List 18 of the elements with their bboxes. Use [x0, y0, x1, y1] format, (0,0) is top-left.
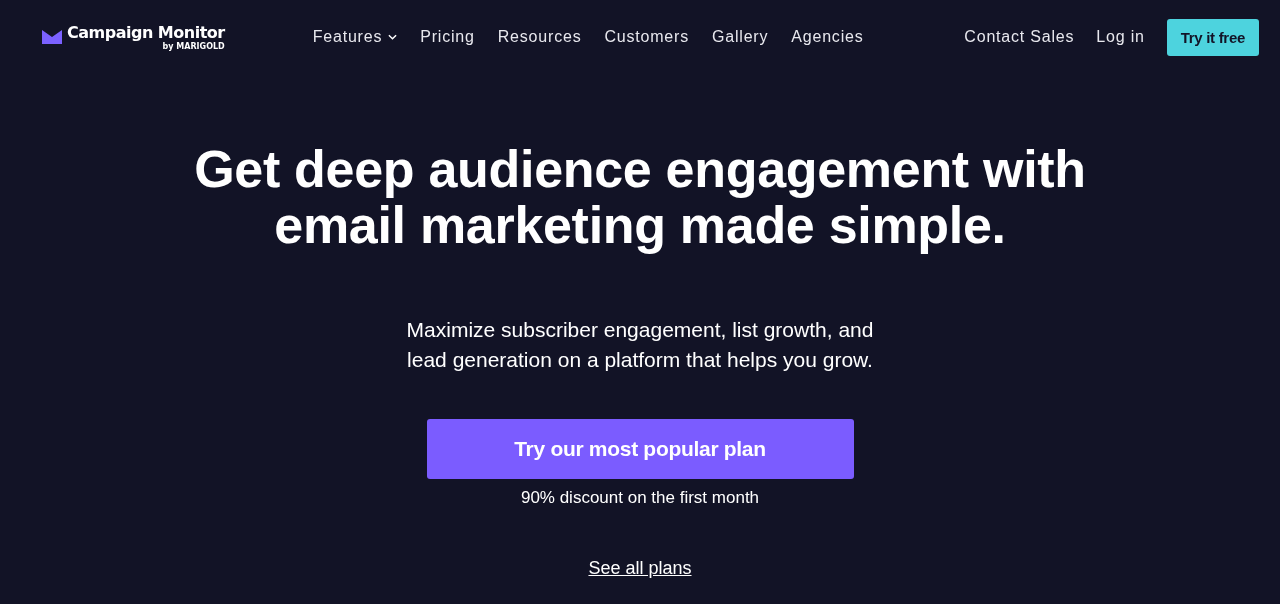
nav-link[interactable]: Resources [497, 28, 582, 46]
nav-link[interactable]: Gallery [712, 28, 769, 46]
see-plans-link[interactable]: See all plans [588, 558, 692, 579]
nav-link[interactable]: Log in [1096, 28, 1145, 46]
logo-byline: by MARIGOLD [162, 41, 225, 51]
cta-button[interactable]: Try our most popular plan [426, 419, 854, 479]
envelope-icon [42, 30, 62, 44]
nav-link[interactable]: Agencies [791, 28, 864, 46]
cta-note: 90% discount on the first month [520, 488, 760, 508]
try-free-button[interactable]: Try it free [1166, 18, 1259, 56]
hero-subtitle: Maximize subscriber engagement, list growth, and lead generation on a platform that helps you grow. [405, 317, 875, 373]
logo-name: Campaign Monitor [67, 23, 225, 42]
hero-heading: Get deep audience engagement with email marketing made simple. [193, 141, 1087, 253]
nav-link[interactable]: Features [312, 28, 398, 46]
nav-link[interactable]: Customers [604, 28, 689, 46]
logo[interactable]: Campaign Monitor by MARIGOLD [42, 23, 225, 51]
nav-link[interactable]: Contact Sales [964, 28, 1075, 46]
nav-link[interactable]: Pricing [420, 28, 475, 46]
